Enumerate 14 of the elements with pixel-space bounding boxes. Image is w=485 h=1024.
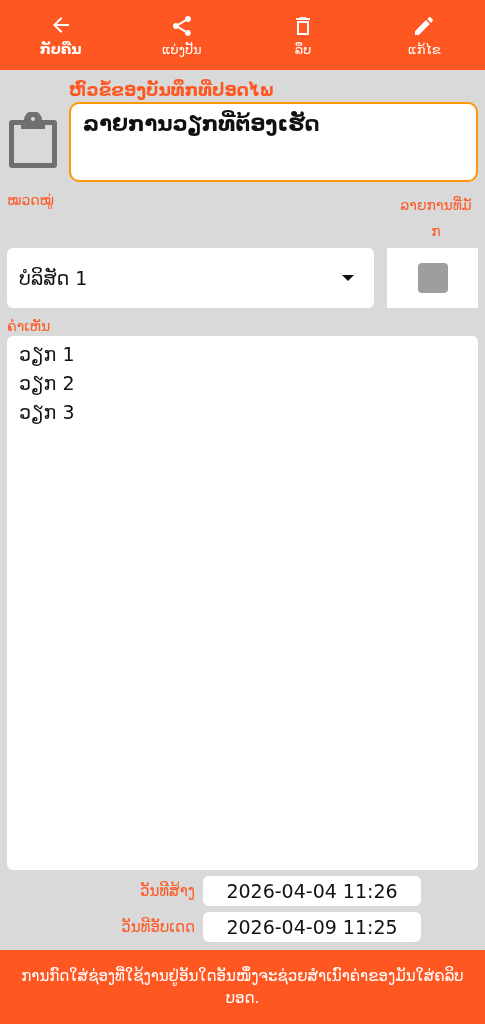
date-value[interactable]: 2026-04-09 11:25: [203, 912, 421, 942]
field-label: ລາຍການທີ່ມັກ: [400, 195, 472, 241]
notes-field[interactable]: ວຽກ 1 ວຽກ 2 ວຽກ 3: [7, 336, 478, 870]
field-label: ໝວດໝູ່: [7, 192, 55, 208]
field-label: ຄຳເຫັນ: [7, 318, 52, 334]
date-label: ວັນທີອັບເດດ: [121, 918, 195, 936]
date-value[interactable]: 2026-04-04 11:26: [203, 876, 421, 906]
favorite-checkbox[interactable]: [417, 263, 448, 293]
category-dropdown[interactable]: ບໍລິສັດ 1: [7, 248, 374, 308]
title-field[interactable]: ລາຍການວຽກທີ່ຕ້ອງເຮັດ: [69, 102, 478, 182]
dropdown-caret-icon: [342, 275, 354, 281]
field-label: ຫົວຂໍ້ຂອງບັນທຶກທີ່ປອດໄພ: [69, 78, 276, 102]
hint-text: ການກົດໃສ່ຊ່ອງທີ່ໃຊ້ງານຢູ່ອັນໃດອັນໜຶ່ງຈະຊ່ວຍສຳເນົາຄ່າຂອງມັນໃສ່ຄລິບບອດ.: [20, 965, 465, 1009]
date-label: ວັນທີສ້າງ: [138, 882, 195, 900]
